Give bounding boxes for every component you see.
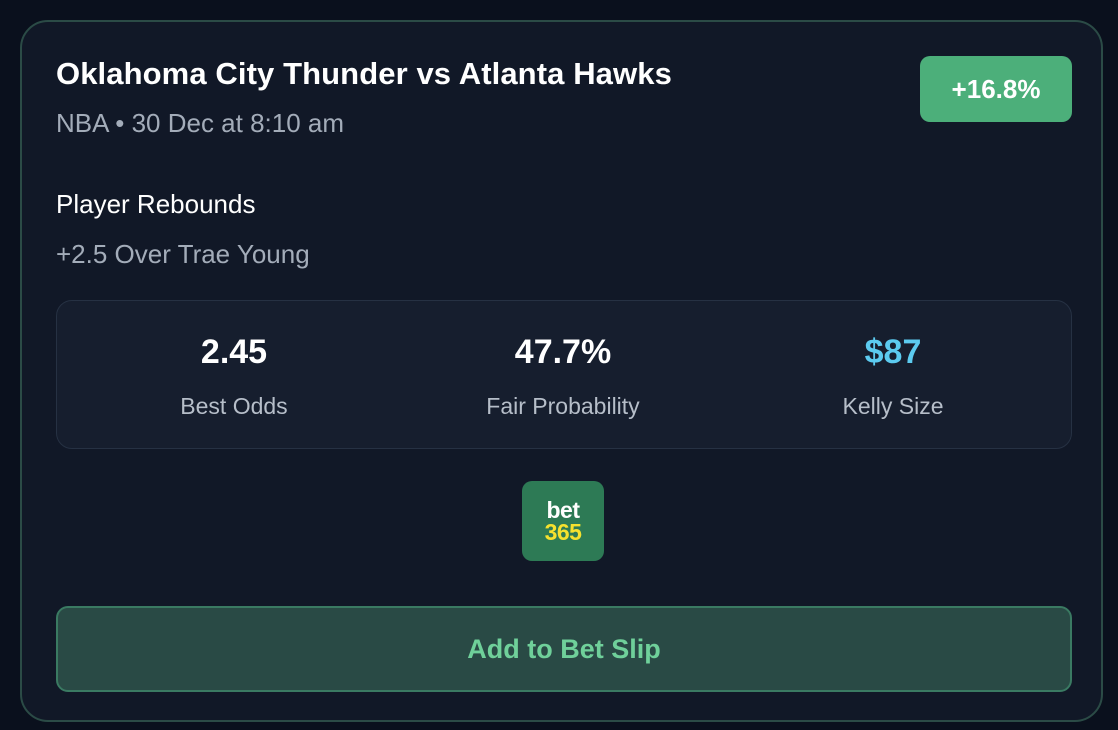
- stat-fair-probability: 47.7% Fair Probability: [398, 301, 728, 450]
- bookmaker-logo-bottom: 365: [544, 518, 582, 545]
- stats-panel: 2.45 Best Odds 47.7% Fair Probability $8…: [56, 300, 1072, 449]
- stat-label: Best Odds: [180, 393, 288, 419]
- market-name: Player Rebounds: [56, 189, 256, 219]
- add-to-bet-slip-button[interactable]: Add to Bet Slip: [56, 606, 1072, 692]
- stat-value: 47.7%: [514, 333, 612, 371]
- stat-kelly-size: $87 Kelly Size: [728, 301, 1058, 450]
- match-title: Oklahoma City Thunder vs Atlanta Hawks: [56, 56, 672, 91]
- bookmaker-logo[interactable]: bet 365: [522, 481, 604, 561]
- page: Oklahoma City Thunder vs Atlanta Hawks N…: [0, 0, 1118, 730]
- stat-best-odds: 2.45 Best Odds: [69, 301, 399, 450]
- stat-label: Fair Probability: [486, 393, 640, 419]
- stat-label: Kelly Size: [842, 393, 944, 419]
- bet-card: Oklahoma City Thunder vs Atlanta Hawks N…: [20, 20, 1103, 722]
- edge-badge: +16.8%: [920, 56, 1072, 122]
- stat-value: $87: [864, 333, 922, 371]
- stat-value: 2.45: [200, 333, 268, 371]
- event-meta: NBA • 30 Dec at 8:10 am: [56, 108, 345, 138]
- selection-text: +2.5 Over Trae Young: [56, 239, 310, 269]
